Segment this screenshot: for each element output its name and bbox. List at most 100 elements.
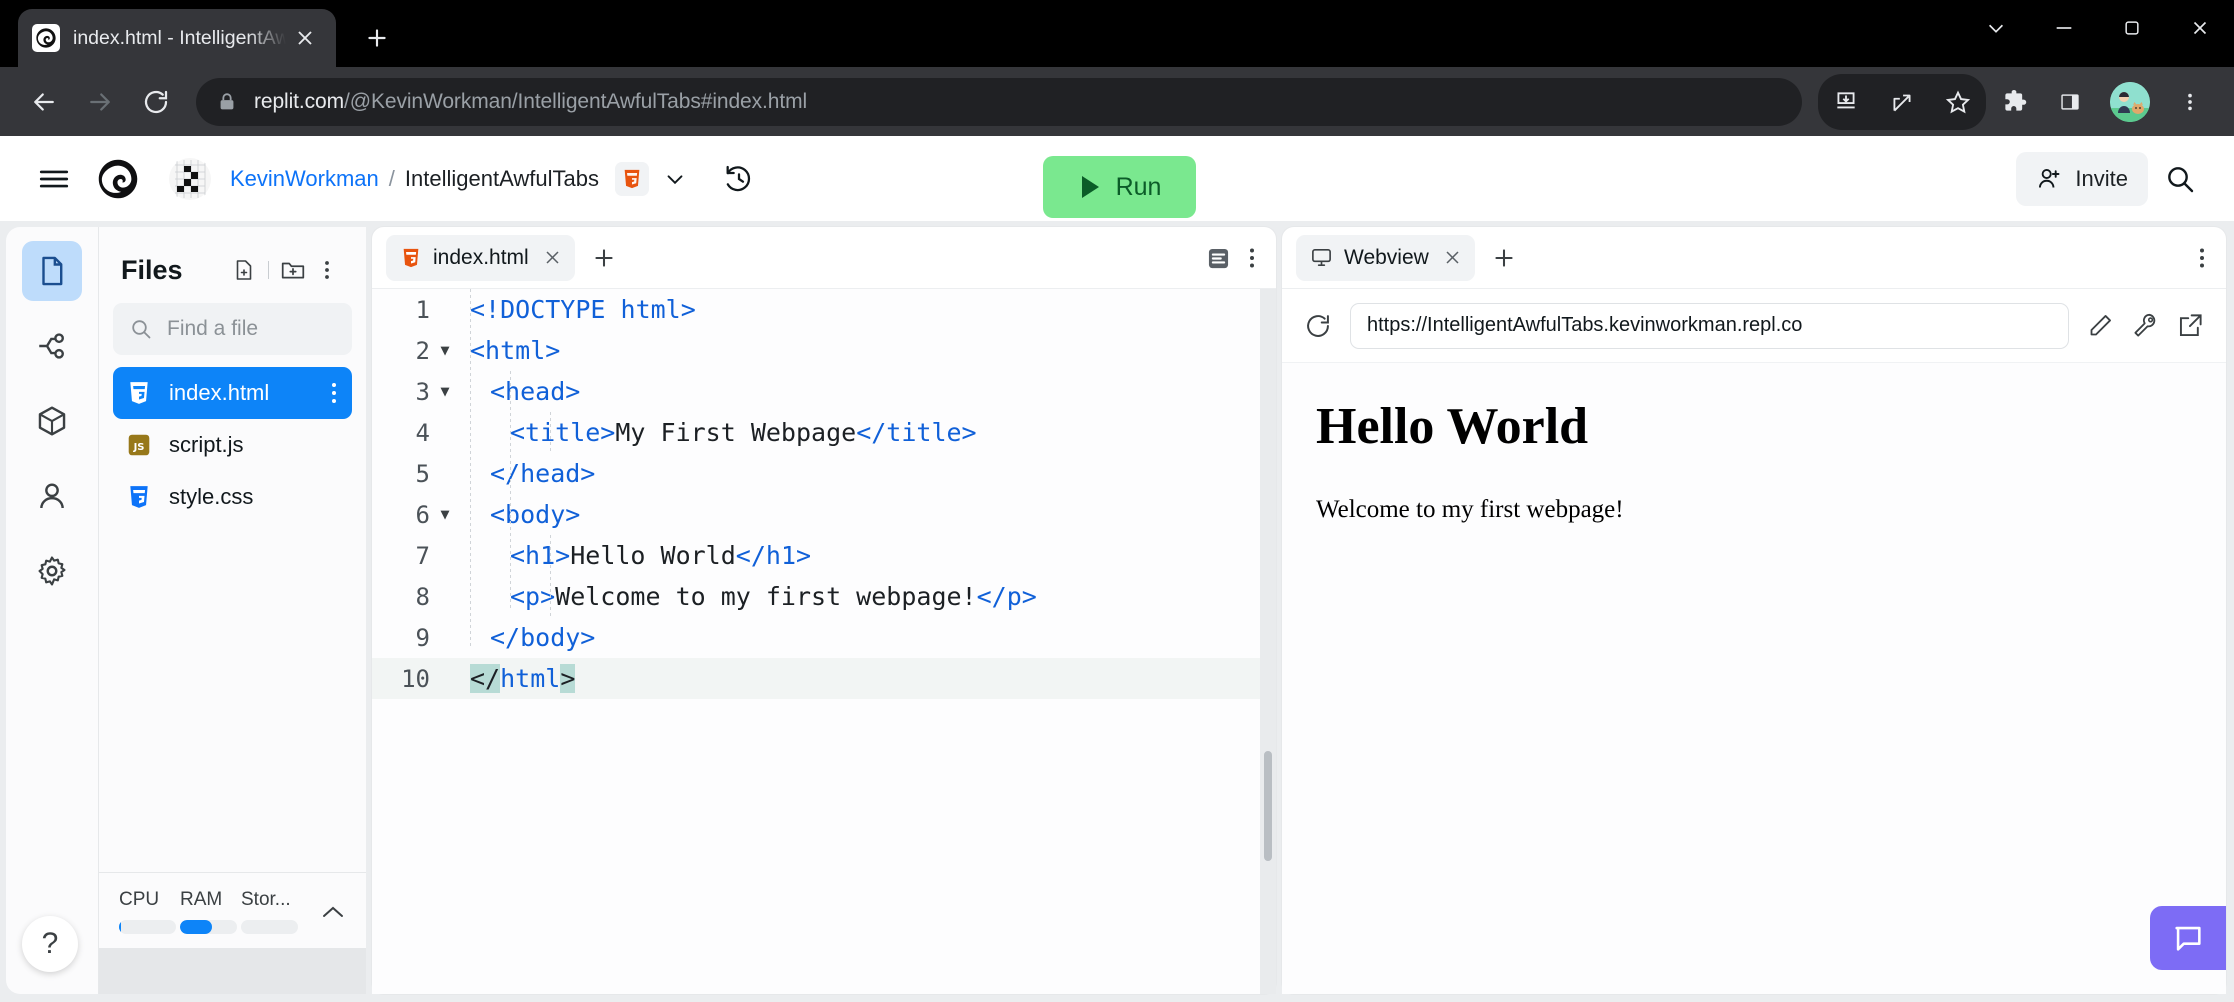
new-file-icon[interactable] bbox=[227, 253, 261, 287]
external-link-icon[interactable] bbox=[2177, 312, 2204, 339]
resource-storage[interactable]: Stor... bbox=[241, 889, 302, 934]
pencil-icon[interactable] bbox=[2087, 312, 2114, 339]
header-right-actions: Invite bbox=[2016, 136, 2206, 221]
webview-url-text: https://IntelligentAwfulTabs.kevinworkma… bbox=[1367, 314, 1803, 336]
resource-ram[interactable]: RAM bbox=[180, 889, 241, 934]
replit-logo-icon[interactable] bbox=[92, 153, 144, 205]
run-button-label: Run bbox=[1115, 172, 1162, 201]
run-button[interactable]: Run bbox=[1043, 156, 1196, 218]
code-text: </head> bbox=[456, 459, 595, 488]
reload-icon[interactable] bbox=[1304, 312, 1332, 340]
code-text: <head> bbox=[456, 377, 580, 406]
fold-arrow-icon[interactable]: ▼ bbox=[434, 507, 456, 522]
status-badge bbox=[119, 920, 176, 934]
code-token: html bbox=[500, 664, 561, 693]
files-more-icon[interactable] bbox=[310, 253, 344, 287]
fold-arrow-icon[interactable]: ▼ bbox=[434, 384, 456, 399]
breadcrumb-separator: / bbox=[388, 165, 395, 191]
reload-button[interactable] bbox=[128, 74, 184, 130]
code-line[interactable]: 7 <h1>Hello World</h1> bbox=[372, 535, 1276, 576]
list-item[interactable]: style.css bbox=[113, 471, 352, 523]
breadcrumb-repl[interactable]: IntelligentAwfulTabs bbox=[405, 166, 599, 192]
address-bar[interactable]: replit.com/@KevinWorkman/IntelligentAwfu… bbox=[196, 77, 1802, 126]
list-item[interactable]: JS script.js bbox=[113, 419, 352, 471]
close-icon[interactable] bbox=[1444, 249, 1461, 266]
line-number: 10 bbox=[401, 664, 430, 693]
webview-more-icon[interactable] bbox=[2192, 245, 2212, 271]
editor-scrollbar[interactable] bbox=[1260, 289, 1276, 994]
sidebar-item-version-control[interactable] bbox=[22, 316, 82, 376]
code-line[interactable]: 10 </html> bbox=[372, 658, 1276, 699]
extensions-button[interactable] bbox=[1986, 74, 2042, 130]
fold-arrow-icon[interactable]: ▼ bbox=[434, 343, 456, 358]
line-number: 7 bbox=[415, 541, 430, 570]
code-text: <html> bbox=[456, 336, 560, 365]
webview-content: Hello World Welcome to my first webpage! bbox=[1282, 363, 2226, 994]
html5-icon[interactable] bbox=[614, 161, 649, 196]
breadcrumb-user[interactable]: KevinWorkman bbox=[230, 166, 379, 192]
address-domain: replit.com bbox=[254, 89, 345, 113]
code-line[interactable]: 9 </body> bbox=[372, 617, 1276, 658]
code-lines-container[interactable]: 1 <!DOCTYPE html> 2 ▼ <html> 3 ▼ <head> 4 <title>… bbox=[372, 289, 1276, 994]
browser-tab[interactable]: index.html - IntelligentAwfulTabs bbox=[18, 9, 336, 67]
sidebar-item-settings[interactable] bbox=[22, 541, 82, 601]
tab-webview[interactable]: Webview bbox=[1296, 234, 1475, 281]
code-line[interactable]: 8 <p>Welcome to my first webpage!</p> bbox=[372, 576, 1276, 617]
resource-cpu[interactable]: CPU bbox=[119, 889, 180, 934]
editor-more-icon[interactable] bbox=[1242, 245, 1262, 271]
chevron-up-icon[interactable] bbox=[320, 903, 346, 921]
minimize-button[interactable] bbox=[2030, 0, 2098, 56]
profile-button[interactable] bbox=[2110, 81, 2150, 122]
close-icon[interactable] bbox=[288, 21, 322, 55]
new-tab-button[interactable] bbox=[354, 15, 400, 61]
webview-tab-bar: Webview bbox=[1282, 227, 2226, 289]
tab-search-button[interactable] bbox=[1962, 0, 2030, 56]
wrench-icon[interactable] bbox=[2132, 312, 2159, 339]
sidebar-item-account[interactable] bbox=[22, 466, 82, 526]
resource-label: RAM bbox=[180, 889, 223, 910]
search-input[interactable] bbox=[167, 317, 336, 341]
code-line[interactable]: 2 ▼ <html> bbox=[372, 330, 1276, 371]
code-line[interactable]: 5 </head> bbox=[372, 453, 1276, 494]
forward-button[interactable] bbox=[72, 74, 128, 130]
list-item[interactable]: index.html bbox=[113, 367, 352, 419]
js-file-icon: JS bbox=[125, 431, 153, 459]
find-a-file-container[interactable] bbox=[113, 303, 352, 355]
history-icon[interactable] bbox=[713, 153, 765, 205]
chrome-menu-button[interactable] bbox=[2162, 74, 2218, 130]
code-line[interactable]: 4 <title>My First Webpage</title> bbox=[372, 412, 1276, 453]
line-number: 8 bbox=[415, 582, 430, 611]
tab-index-html[interactable]: index.html bbox=[386, 234, 575, 281]
file-more-icon[interactable] bbox=[328, 383, 340, 403]
hamburger-menu-icon[interactable] bbox=[28, 153, 80, 205]
invite-button[interactable]: Invite bbox=[2016, 151, 2148, 206]
code-line[interactable]: 3 ▼ <head> bbox=[372, 371, 1276, 412]
sidebar-item-files[interactable] bbox=[22, 241, 82, 301]
close-window-button[interactable] bbox=[2166, 0, 2234, 56]
new-editor-tab-button[interactable] bbox=[583, 237, 625, 279]
install-app-button[interactable] bbox=[1818, 74, 1874, 130]
code-line[interactable]: 1 <!DOCTYPE html> bbox=[372, 289, 1276, 330]
chevron-down-icon[interactable] bbox=[649, 153, 701, 205]
sidebar-item-packages[interactable] bbox=[22, 391, 82, 451]
code-line[interactable]: 6 ▼ <body> bbox=[372, 494, 1276, 535]
help-button[interactable]: ? bbox=[22, 916, 78, 972]
editor-tab-bar: index.html bbox=[372, 227, 1276, 289]
share-button[interactable] bbox=[1874, 74, 1930, 130]
code-editor[interactable]: 1 <!DOCTYPE html> 2 ▼ <html> 3 ▼ <head> 4 <title>… bbox=[372, 289, 1276, 994]
bookmark-button[interactable] bbox=[1930, 74, 1986, 130]
maximize-button[interactable] bbox=[2098, 0, 2166, 56]
close-icon[interactable] bbox=[544, 249, 561, 266]
chat-bubble-icon[interactable] bbox=[2150, 906, 2226, 970]
code-text: <title>My First Webpage</title> bbox=[456, 418, 977, 447]
line-number: 2 bbox=[415, 336, 430, 365]
new-folder-icon[interactable] bbox=[276, 253, 310, 287]
side-panel-button[interactable] bbox=[2042, 74, 2098, 130]
new-webview-tab-button[interactable] bbox=[1483, 237, 1525, 279]
webview-url-input[interactable]: https://IntelligentAwfulTabs.kevinworkma… bbox=[1350, 302, 2069, 349]
search-icon[interactable] bbox=[2154, 153, 2206, 205]
back-button[interactable] bbox=[16, 74, 72, 130]
lock-icon bbox=[216, 91, 238, 113]
webpage-paragraph: Welcome to my first webpage! bbox=[1316, 496, 1624, 523]
format-document-icon[interactable] bbox=[1205, 245, 1232, 272]
